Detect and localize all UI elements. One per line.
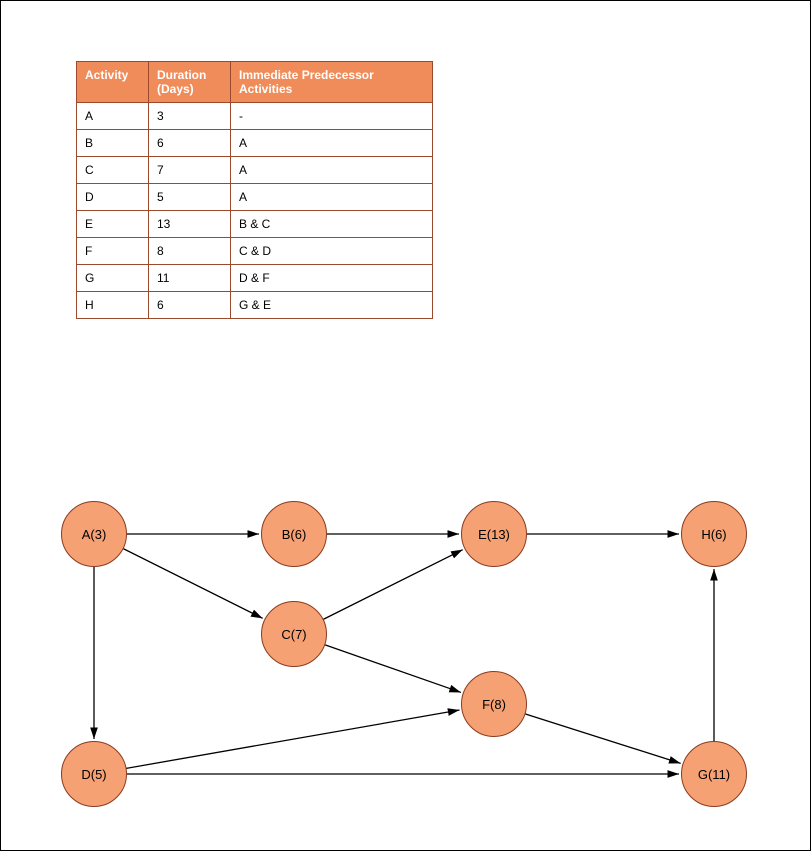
node-c: C(7) [261, 601, 327, 667]
edge-A-C [124, 549, 263, 619]
table-row: E 13 B & C [77, 211, 433, 238]
cell-predecessor: G & E [231, 292, 433, 319]
cell-activity: C [77, 157, 149, 184]
cell-activity: D [77, 184, 149, 211]
col-header-activity: Activity [77, 62, 149, 103]
table-row: C 7 A [77, 157, 433, 184]
node-f: F(8) [461, 671, 527, 737]
table-row: H 6 G & E [77, 292, 433, 319]
edge-C-F [325, 645, 461, 693]
cell-duration: 6 [149, 292, 231, 319]
cell-activity: A [77, 103, 149, 130]
cell-activity: G [77, 265, 149, 292]
table-header-row: Activity Duration (Days) Immediate Prede… [77, 62, 433, 103]
node-label: F(8) [482, 697, 506, 712]
edge-C-E [324, 550, 463, 620]
cell-predecessor: A [231, 157, 433, 184]
node-h: H(6) [681, 501, 747, 567]
page-frame: Activity Duration (Days) Immediate Prede… [0, 0, 811, 851]
table-row: D 5 A [77, 184, 433, 211]
activity-table: Activity Duration (Days) Immediate Prede… [76, 61, 433, 319]
cell-duration: 3 [149, 103, 231, 130]
cell-duration: 8 [149, 238, 231, 265]
node-d: D(5) [61, 741, 127, 807]
table-row: A 3 - [77, 103, 433, 130]
node-g: G(11) [681, 741, 747, 807]
cell-predecessor: D & F [231, 265, 433, 292]
node-label: E(13) [478, 527, 510, 542]
cell-predecessor: A [231, 130, 433, 157]
cell-duration: 11 [149, 265, 231, 292]
cell-predecessor: A [231, 184, 433, 211]
node-label: A(3) [82, 527, 107, 542]
cell-predecessor: - [231, 103, 433, 130]
edge-D-F [127, 710, 460, 768]
cell-duration: 7 [149, 157, 231, 184]
cell-activity: H [77, 292, 149, 319]
activity-table-wrap: Activity Duration (Days) Immediate Prede… [76, 61, 433, 319]
node-b: B(6) [261, 501, 327, 567]
node-label: D(5) [81, 767, 106, 782]
col-header-predecessor: Immediate Predecessor Activities [231, 62, 433, 103]
node-label: C(7) [281, 627, 306, 642]
table-row: F 8 C & D [77, 238, 433, 265]
edge-F-G [525, 714, 680, 763]
node-label: H(6) [701, 527, 726, 542]
activity-network-diagram: A(3) B(6) C(7) D(5) E(13) F(8) G(11) H(6… [61, 481, 761, 811]
node-a: A(3) [61, 501, 127, 567]
node-label: G(11) [698, 767, 730, 782]
cell-duration: 5 [149, 184, 231, 211]
table-row: B 6 A [77, 130, 433, 157]
node-e: E(13) [461, 501, 527, 567]
cell-activity: B [77, 130, 149, 157]
col-header-duration: Duration (Days) [149, 62, 231, 103]
node-label: B(6) [282, 527, 307, 542]
cell-duration: 6 [149, 130, 231, 157]
cell-duration: 13 [149, 211, 231, 238]
cell-predecessor: C & D [231, 238, 433, 265]
cell-activity: E [77, 211, 149, 238]
edges-layer [61, 481, 761, 811]
table-row: G 11 D & F [77, 265, 433, 292]
cell-activity: F [77, 238, 149, 265]
cell-predecessor: B & C [231, 211, 433, 238]
